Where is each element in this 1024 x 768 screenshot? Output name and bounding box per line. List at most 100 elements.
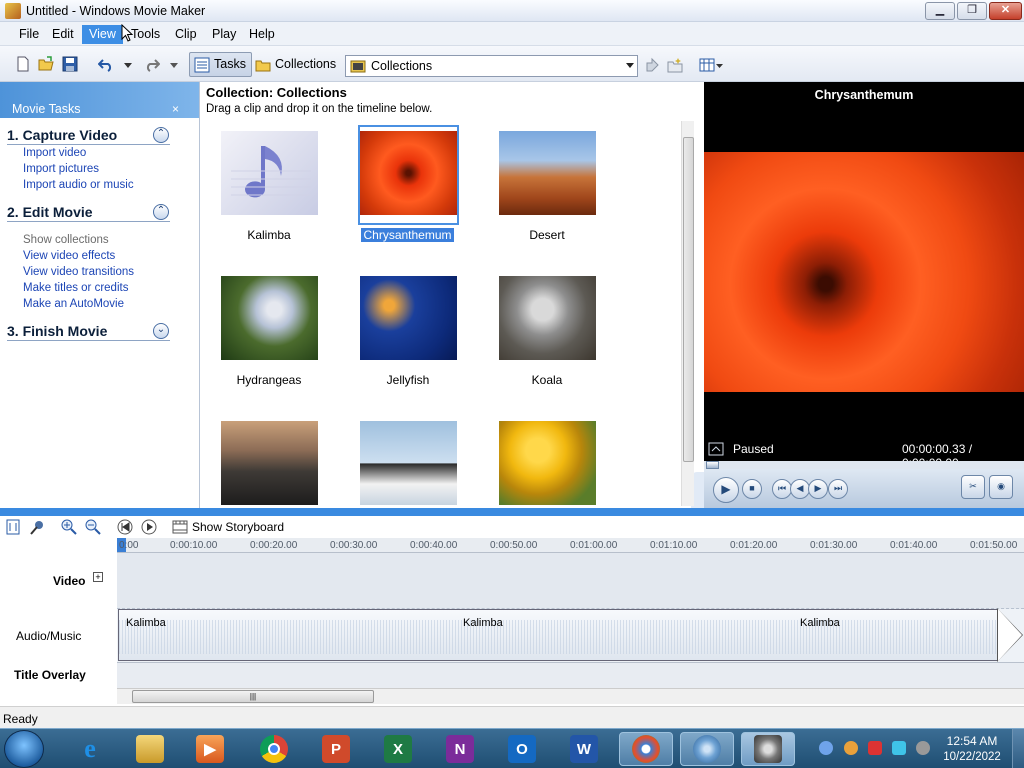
link-view-video-effects[interactable]: View video effects [23, 250, 115, 262]
split-clip-icon[interactable]: ✂ [961, 475, 985, 499]
collection-vertical-scrollbar[interactable] [681, 121, 694, 506]
undo-dropdown-icon[interactable] [124, 63, 132, 68]
timeline-ruler[interactable]: 0:00 0:00:10.00 0:00:20.00 0:00:30.00 0:… [117, 538, 1024, 553]
clip-desert-thumbnail[interactable] [499, 131, 596, 215]
close-button[interactable]: ✕ [989, 2, 1022, 20]
taskbar-powerpoint[interactable]: P [309, 732, 363, 766]
start-button-icon[interactable] [4, 730, 44, 768]
seek-thumb[interactable] [706, 461, 719, 469]
timeline-horizontal-scrollbar[interactable]: ||| [117, 688, 1024, 704]
clip-kalimba-thumbnail[interactable] [221, 131, 318, 215]
taskbar-excel[interactable]: X [371, 732, 425, 766]
link-make-an-automovie[interactable]: Make an AutoMovie [23, 298, 124, 310]
audio-music-track[interactable]: Kalimba Kalimba Kalimba [117, 608, 1024, 662]
maximize-button[interactable]: ❐ [957, 2, 987, 20]
tray-display-icon[interactable] [892, 741, 906, 755]
scrollbar-thumb[interactable] [683, 137, 694, 462]
taskbar-file-explorer[interactable] [123, 732, 177, 766]
rewind-icon[interactable]: ◀ [790, 479, 810, 499]
collections-dropdown[interactable]: Collections [345, 55, 638, 77]
clip-lighthouse-thumbnail[interactable] [221, 421, 318, 505]
close-tasks-pane-icon[interactable]: × [172, 102, 179, 116]
stop-button-icon[interactable]: ■ [742, 479, 762, 499]
pane-splitter[interactable] [0, 508, 1024, 516]
minimize-button[interactable]: ▁ [925, 2, 955, 20]
zoom-in-icon[interactable] [61, 519, 77, 535]
tray-search-icon[interactable] [844, 741, 858, 755]
video-track[interactable] [117, 553, 1024, 609]
undo-icon[interactable] [98, 56, 114, 72]
section-capture-video[interactable]: 1. Capture Video [7, 127, 170, 145]
link-import-audio-or-music[interactable]: Import audio or music [23, 179, 134, 191]
collapse-capture-video-icon[interactable]: ⌃ [153, 127, 169, 143]
menu-help[interactable]: Help [242, 25, 282, 44]
up-one-level-icon[interactable] [644, 57, 660, 73]
collapse-edit-movie-icon[interactable]: ⌃ [153, 204, 169, 220]
clip-hydrangeas-label[interactable]: Hydrangeas [209, 373, 329, 387]
views-dropdown-icon[interactable] [716, 64, 723, 68]
expand-video-track-icon[interactable]: + [93, 572, 103, 582]
rewind-timeline-icon[interactable] [117, 519, 133, 535]
taskbar-internet-explorer[interactable]: e [63, 732, 117, 766]
forward-icon[interactable]: ▶ [808, 479, 828, 499]
redo-icon[interactable] [144, 56, 160, 72]
taskbar-onenote[interactable]: N [433, 732, 487, 766]
taskbar-clock-date[interactable]: 10/22/2022 [935, 751, 1009, 763]
taskbar-clock-time[interactable]: 12:54 AM [945, 734, 999, 748]
link-make-titles-or-credits[interactable]: Make titles or credits [23, 282, 128, 294]
clip-penguins-thumbnail[interactable] [360, 421, 457, 505]
clip-jellyfish-label[interactable]: Jellyfish [348, 373, 468, 387]
clip-koala-thumbnail[interactable] [499, 276, 596, 360]
set-audio-levels-icon[interactable] [6, 519, 20, 535]
show-desktop-button[interactable] [1012, 729, 1024, 768]
link-import-video[interactable]: Import video [23, 147, 86, 159]
clip-kalimba-label[interactable]: Kalimba [209, 228, 329, 242]
title-overlay-track[interactable] [117, 662, 1024, 688]
save-project-icon[interactable] [62, 56, 78, 72]
tasks-button[interactable]: Tasks [189, 52, 252, 77]
narrate-timeline-icon[interactable] [29, 519, 45, 535]
zoom-out-icon[interactable] [85, 519, 101, 535]
taskbar-app-1[interactable] [619, 732, 673, 766]
timeline-scrollbar-thumb[interactable]: ||| [132, 690, 374, 703]
menu-clip[interactable]: Clip [168, 25, 204, 44]
tray-network-icon[interactable] [819, 741, 833, 755]
menu-file[interactable]: File [12, 25, 46, 44]
clip-hydrangeas-thumbnail[interactable] [221, 276, 318, 360]
link-view-video-transitions[interactable]: View video transitions [23, 266, 134, 278]
collections-button[interactable]: Collections [250, 52, 342, 77]
clip-desert-label[interactable]: Desert [487, 228, 607, 242]
section-edit-movie[interactable]: 2. Edit Movie [7, 204, 170, 222]
play-button-icon[interactable]: ▶ [713, 477, 739, 503]
audio-clip-kalimba[interactable]: Kalimba Kalimba Kalimba [118, 609, 998, 661]
taskbar-media-player[interactable]: ▶ [183, 732, 237, 766]
clip-koala-label[interactable]: Koala [487, 373, 607, 387]
play-timeline-icon[interactable] [141, 519, 157, 535]
taskbar-chrome[interactable] [247, 732, 301, 766]
redo-dropdown-icon[interactable] [170, 63, 178, 68]
seek-bar[interactable] [704, 461, 1024, 469]
open-project-icon[interactable] [38, 56, 54, 72]
taskbar-app-2[interactable] [680, 732, 734, 766]
next-frame-icon[interactable]: ⏭ [828, 479, 848, 499]
tray-volume-icon[interactable] [916, 741, 930, 755]
menu-play[interactable]: Play [205, 25, 243, 44]
clip-tulips-thumbnail[interactable] [499, 421, 596, 505]
link-import-pictures[interactable]: Import pictures [23, 163, 99, 175]
new-project-icon[interactable] [15, 56, 31, 72]
show-storyboard-button[interactable]: Show Storyboard [192, 520, 284, 534]
take-picture-icon[interactable]: ◉ [989, 475, 1013, 499]
views-icon[interactable] [699, 58, 715, 72]
taskbar-movie-maker[interactable] [741, 732, 795, 766]
taskbar-word[interactable]: W [557, 732, 611, 766]
fullscreen-icon[interactable] [708, 442, 724, 456]
menu-view[interactable]: View [82, 25, 123, 44]
clip-chrysanthemum-label[interactable]: Chrysanthemum [361, 228, 454, 242]
clip-jellyfish-thumbnail[interactable] [360, 276, 457, 360]
previous-frame-icon[interactable]: ⏮ [772, 479, 792, 499]
tray-flag-icon[interactable] [868, 741, 882, 755]
section-finish-movie[interactable]: 3. Finish Movie [7, 323, 170, 341]
expand-finish-movie-icon[interactable]: ⌄ [153, 323, 169, 339]
clip-chrysanthemum-thumbnail[interactable] [360, 131, 457, 215]
menu-edit[interactable]: Edit [45, 25, 81, 44]
